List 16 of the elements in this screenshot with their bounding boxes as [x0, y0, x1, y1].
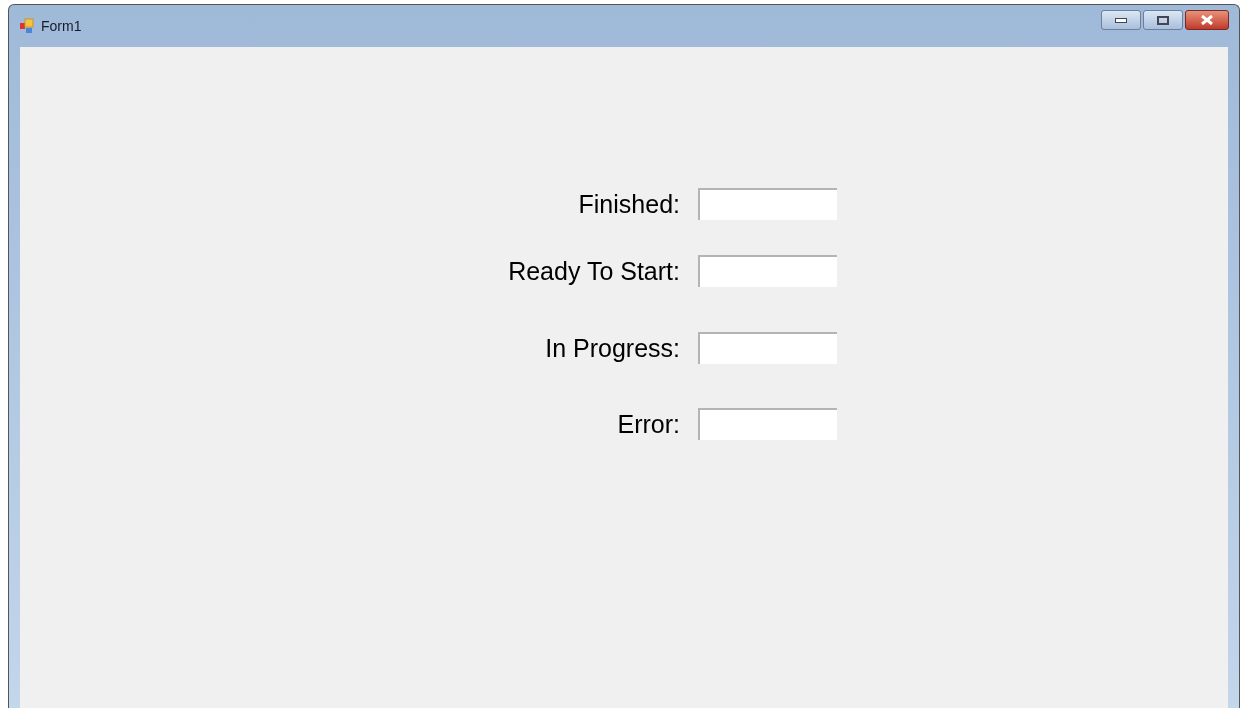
app-icon [19, 18, 35, 34]
maximize-icon [1157, 15, 1169, 25]
input-field[interactable] [698, 332, 837, 364]
maximize-button[interactable] [1143, 10, 1183, 30]
minimize-icon [1115, 17, 1127, 23]
field-label: Error: [616, 409, 680, 440]
close-icon [1200, 15, 1214, 25]
minimize-button[interactable] [1101, 10, 1141, 30]
input-field[interactable] [698, 255, 837, 287]
field-label: Ready To Start: [507, 256, 680, 287]
field-label: Finished: [577, 189, 680, 220]
input-field[interactable] [698, 408, 837, 440]
close-button[interactable] [1185, 10, 1229, 30]
input-field[interactable] [698, 188, 837, 220]
window-title: Form1 [41, 16, 82, 36]
field-label: In Progress: [544, 333, 680, 364]
